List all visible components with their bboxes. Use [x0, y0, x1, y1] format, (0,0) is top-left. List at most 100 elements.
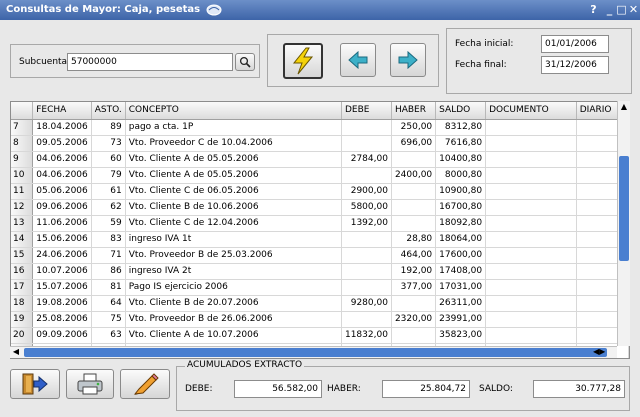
table-row[interactable]: 11 05.06.2006 61 Vto. Cliente C de 06.05.20…: [11, 183, 629, 200]
table-cell[interactable]: 2784,00: [341, 151, 392, 168]
scroll-right-icon[interactable]: ◀▶: [593, 346, 605, 358]
table-cell[interactable]: Vto. Proveedor C de 10.04.2006: [125, 135, 342, 152]
column-header[interactable]: ASTO.: [91, 102, 126, 120]
table-cell[interactable]: 62: [91, 199, 126, 216]
table-cell[interactable]: [485, 327, 577, 344]
row-number[interactable]: 11: [11, 183, 34, 200]
table-cell[interactable]: [341, 135, 392, 152]
table-cell[interactable]: [341, 231, 392, 248]
table-cell[interactable]: 83: [91, 231, 126, 248]
table-cell[interactable]: 04.06.2006: [32, 151, 92, 168]
subcuenta-input[interactable]: 57000000: [67, 53, 233, 71]
table-cell[interactable]: [341, 119, 392, 136]
table-cell[interactable]: 26311,00: [435, 295, 487, 312]
table-cell[interactable]: Vto. Proveedor B de 26.06.2006: [125, 311, 342, 328]
vertical-scrollbar[interactable]: ▲: [617, 101, 630, 346]
table-cell[interactable]: 696,00: [391, 135, 437, 152]
table-row[interactable]: 20 09.09.2006 63 Vto. Cliente A de 10.07.20…: [11, 327, 629, 344]
table-cell[interactable]: Vto. Proveedor B de 25.03.2006: [125, 247, 342, 264]
table-cell[interactable]: [341, 167, 392, 184]
table-row[interactable]: 14 15.06.2006 83 ingreso IVA 1t 28,80 18064,0…: [11, 231, 629, 248]
scroll-up-icon[interactable]: ▲: [618, 101, 630, 113]
table-cell[interactable]: 10900,80: [435, 183, 487, 200]
scroll-left-icon[interactable]: ◀: [10, 346, 22, 358]
column-header[interactable]: DOCUMENTO: [485, 102, 577, 120]
table-cell[interactable]: 81: [91, 279, 126, 296]
table-cell[interactable]: 09.09.2006: [32, 327, 92, 344]
table-cell[interactable]: 75: [91, 311, 126, 328]
print-button[interactable]: [66, 369, 114, 399]
row-number-header[interactable]: [11, 102, 34, 120]
row-number[interactable]: 17: [11, 279, 34, 296]
table-cell[interactable]: ingreso IVA 2t: [125, 263, 342, 280]
row-number[interactable]: 20: [11, 327, 34, 344]
row-number[interactable]: 19: [11, 311, 34, 328]
row-number[interactable]: 18: [11, 295, 34, 312]
table-cell[interactable]: 17408,00: [435, 263, 487, 280]
table-cell[interactable]: 28,80: [391, 231, 437, 248]
start-date-input[interactable]: 01/01/2006: [541, 35, 609, 53]
table-cell[interactable]: 24.06.2006: [32, 247, 92, 264]
table-cell[interactable]: 2900,00: [341, 183, 392, 200]
table-cell[interactable]: 464,00: [391, 247, 437, 264]
table-cell[interactable]: [485, 263, 577, 280]
row-number[interactable]: 12: [11, 199, 34, 216]
table-cell[interactable]: 16700,80: [435, 199, 487, 216]
table-cell[interactable]: [485, 279, 577, 296]
table-cell[interactable]: Vto. Cliente A de 05.05.2006: [125, 151, 342, 168]
table-cell[interactable]: [485, 151, 577, 168]
table-cell[interactable]: 63: [91, 327, 126, 344]
edit-button[interactable]: [120, 369, 170, 399]
row-number[interactable]: 9: [11, 151, 34, 168]
row-number[interactable]: 16: [11, 263, 34, 280]
table-cell[interactable]: 8312,80: [435, 119, 487, 136]
row-number[interactable]: 14: [11, 231, 34, 248]
table-cell[interactable]: Vto. Cliente B de 10.06.2006: [125, 199, 342, 216]
table-cell[interactable]: 18092,80: [435, 215, 487, 232]
table-cell[interactable]: [485, 167, 577, 184]
table-cell[interactable]: Vto. Cliente A de 10.07.2006: [125, 327, 342, 344]
table-cell[interactable]: 8000,80: [435, 167, 487, 184]
column-header[interactable]: SALDO: [435, 102, 487, 120]
table-cell[interactable]: [485, 183, 577, 200]
table-cell[interactable]: [391, 151, 437, 168]
vertical-scroll-thumb[interactable]: [619, 156, 629, 261]
table-cell[interactable]: 18064,00: [435, 231, 487, 248]
table-cell[interactable]: 250,00: [391, 119, 437, 136]
table-row[interactable]: 8 09.05.2006 73 Vto. Proveedor C de 10.04.2…: [11, 135, 629, 152]
table-cell[interactable]: 09.05.2006: [32, 135, 92, 152]
table-cell[interactable]: 17031,00: [435, 279, 487, 296]
horizontal-scroll-thumb[interactable]: [24, 348, 607, 357]
table-cell[interactable]: 10.07.2006: [32, 263, 92, 280]
table-cell[interactable]: Pago IS ejercicio 2006: [125, 279, 342, 296]
close-button[interactable]: ✕: [626, 2, 640, 17]
table-cell[interactable]: 18.04.2006: [32, 119, 92, 136]
table-cell[interactable]: 89: [91, 119, 126, 136]
table-cell[interactable]: 61: [91, 183, 126, 200]
table-cell[interactable]: 377,00: [391, 279, 437, 296]
column-header[interactable]: HABER: [391, 102, 437, 120]
search-button[interactable]: [235, 53, 255, 71]
table-cell[interactable]: 59: [91, 215, 126, 232]
end-date-input[interactable]: 31/12/2006: [541, 56, 609, 74]
table-cell[interactable]: 17600,00: [435, 247, 487, 264]
table-cell[interactable]: 64: [91, 295, 126, 312]
table-cell[interactable]: [485, 119, 577, 136]
table-cell[interactable]: Vto. Cliente B de 20.07.2006: [125, 295, 342, 312]
table-cell[interactable]: [485, 231, 577, 248]
table-cell[interactable]: [341, 279, 392, 296]
table-cell[interactable]: 09.06.2006: [32, 199, 92, 216]
column-header[interactable]: CONCEPTO: [125, 102, 342, 120]
table-cell[interactable]: [391, 199, 437, 216]
table-cell[interactable]: pago a cta. 1P: [125, 119, 342, 136]
column-header[interactable]: FECHA: [32, 102, 92, 120]
table-cell[interactable]: 15.07.2006: [32, 279, 92, 296]
table-cell[interactable]: 25.08.2006: [32, 311, 92, 328]
table-cell[interactable]: 9280,00: [341, 295, 392, 312]
table-cell[interactable]: 60: [91, 151, 126, 168]
table-cell[interactable]: [485, 247, 577, 264]
table-cell[interactable]: 23991,00: [435, 311, 487, 328]
table-cell[interactable]: 2400,00: [391, 167, 437, 184]
table-cell[interactable]: [485, 295, 577, 312]
help-button[interactable]: ?: [586, 2, 601, 17]
